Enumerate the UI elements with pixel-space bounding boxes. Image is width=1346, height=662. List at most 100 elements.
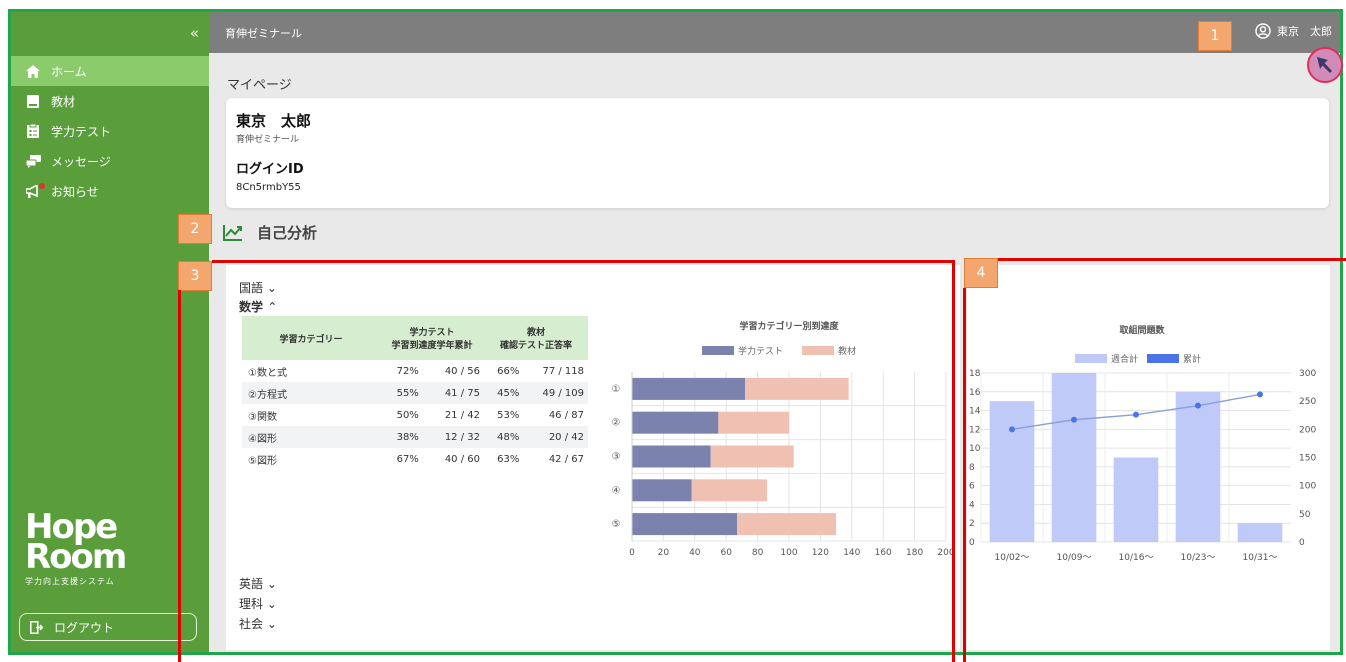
sidebar-item-materials[interactable]: 教材	[11, 86, 209, 116]
sidebar-nav: ホーム 教材 学力テスト メッセージ お知らせ	[11, 56, 209, 206]
subject-toggle-shakai[interactable]: 社会 ⌄	[239, 615, 277, 632]
y-tick-label: ①	[612, 384, 621, 395]
bar-weekly-total	[989, 401, 1035, 542]
profile-name: 東京 太郎	[236, 112, 312, 130]
logo-text-line2: Room	[25, 537, 127, 577]
annotation-badge-1: 1	[1198, 21, 1232, 51]
bar-test	[632, 479, 692, 502]
app-logo: Hope Room 学力向上支援システム	[25, 510, 127, 587]
table-header-test: 学力テスト学習到達度学年累計	[380, 316, 484, 360]
x-tick-label: 10/23～	[1181, 553, 1216, 563]
sidebar-item-label: お知らせ	[51, 184, 99, 199]
x-tick-label: 160	[875, 548, 892, 558]
bar-weekly-total	[1113, 457, 1159, 542]
category-progress-chart: 学習カテゴリー別到達度学力テスト 教材 0 20 40 60 80 100 120 140 160 1…	[612, 320, 955, 558]
x-tick-label: 60	[720, 548, 732, 558]
table-row: ④図形 38% 12 / 32 48% 20 / 42	[242, 426, 588, 448]
login-id-label: ログインID	[236, 162, 304, 177]
y-tick-label: ②	[612, 418, 621, 429]
chevron-down-icon: ⌄	[266, 597, 277, 611]
sidebar-item-test[interactable]: 学力テスト	[11, 116, 209, 146]
table-cell-category: ①数と式	[248, 367, 287, 379]
y-left-tick-label: 8	[969, 463, 975, 473]
point-cumulative	[1009, 426, 1015, 433]
table-cell-test-pct: 55%	[380, 382, 423, 404]
trend-chart-icon	[223, 224, 243, 241]
y-right-tick-label: 0	[1299, 538, 1305, 548]
logo-tagline: 学力向上支援システム	[25, 577, 115, 586]
legend-swatch	[702, 346, 734, 355]
y-left-tick-label: 12	[969, 425, 980, 435]
table-header-test-line1: 学力テスト	[409, 328, 455, 338]
table-cell-test-count: 40 / 56	[444, 365, 480, 377]
chart-title: 学習カテゴリー別到達度	[739, 320, 839, 332]
table-cell-test-pct: 72%	[396, 365, 419, 377]
section-title: 自己分析	[223, 222, 317, 243]
table-cell-mat-pct: 63%	[497, 453, 520, 465]
y-left-tick-label: 16	[969, 388, 981, 398]
table-header-material-line2: 確認テスト正答率	[499, 341, 572, 351]
section-title-text: 自己分析	[257, 224, 318, 242]
logout-button[interactable]: ログアウト	[19, 613, 197, 641]
collapse-sidebar-button[interactable]: «	[190, 24, 199, 42]
legend-label: 週合計	[1111, 353, 1138, 365]
y-left-tick-label: 4	[969, 500, 975, 510]
table-row: ①数と式 72% 40 / 56 66% 77 / 118	[242, 360, 588, 382]
subject-toggle-sugaku[interactable]: 数学 ⌃	[239, 298, 277, 315]
chat-icon	[25, 154, 41, 168]
x-tick-label: 10/31～	[1243, 553, 1278, 563]
annotation-badge-2: 2	[178, 214, 212, 244]
sidebar-item-messages[interactable]: メッセージ	[11, 146, 209, 176]
legend-swatch	[802, 346, 834, 355]
y-left-tick-label: 0	[969, 538, 975, 548]
table-cell-category: ②方程式	[242, 382, 380, 404]
sidebar-item-notices[interactable]: お知らせ	[11, 176, 209, 206]
bar-weekly-total	[1237, 523, 1283, 542]
login-id-value: 8Cn5rmbY55	[236, 182, 301, 193]
x-tick-label: 10/02～	[995, 553, 1030, 563]
y-right-tick-label: 200	[1299, 425, 1316, 435]
annotation-badge-3: 3	[178, 261, 212, 291]
y-right-tick-label: 300	[1299, 369, 1316, 379]
chevron-down-icon: ⌄	[266, 617, 277, 631]
highlight-box-4-left	[963, 288, 966, 662]
user-menu[interactable]: 東京 太郎	[1255, 23, 1332, 39]
table-cell-test-count: 21 / 42	[444, 409, 480, 421]
table-cell-test-count: 41 / 75	[422, 382, 484, 404]
sidebar-item-home[interactable]: ホーム	[11, 56, 209, 86]
user-icon	[1255, 23, 1271, 39]
y-left-tick-label: 6	[969, 482, 975, 492]
table-cell-mat-pct: 53%	[497, 409, 520, 421]
point-cumulative	[1257, 391, 1263, 398]
table-cell-mat-pct: 48%	[484, 426, 524, 448]
sidebar-item-label: メッセージ	[51, 154, 111, 169]
chevron-up-icon: ⌃	[267, 300, 278, 314]
table-cell-mat-count: 46 / 87	[548, 409, 584, 421]
book-icon	[25, 94, 41, 108]
bar-test	[632, 411, 719, 434]
subject-toggle-eigo[interactable]: 英語 ⌄	[239, 575, 277, 592]
profile-school: 育伸ゼミナール	[236, 135, 300, 145]
y-right-tick-label: 250	[1299, 397, 1316, 407]
top-bar: 育伸ゼミナール 東京 太郎	[209, 12, 1340, 53]
app-window: « ホーム 教材 学力テスト メッセージ お知らせ Hope Room 学力向上…	[8, 9, 1343, 655]
logout-icon	[28, 620, 44, 634]
subject-toggle-kokugo[interactable]: 国語 ⌄	[239, 279, 277, 296]
pointer-cursor-icon	[1307, 47, 1343, 83]
bar-material	[718, 411, 789, 434]
point-cumulative	[1071, 416, 1077, 423]
x-tick-label: 10/09～	[1057, 553, 1092, 563]
table-row: ②方程式 55% 41 / 75 45% 49 / 109	[242, 382, 588, 404]
subject-toggle-rika[interactable]: 理科 ⌄	[239, 595, 277, 612]
y-tick-label: ③	[612, 452, 621, 463]
logout-label: ログアウト	[54, 620, 115, 635]
table-cell-test-count: 40 / 60	[444, 453, 480, 465]
x-tick-label: 120	[812, 548, 829, 558]
page-title: マイページ	[227, 78, 292, 93]
table-cell-test-pct: 67%	[396, 453, 419, 465]
sidebar-item-label: 学力テスト	[51, 124, 112, 139]
x-tick-label: 10/16～	[1119, 553, 1154, 563]
legend-label: 教材	[838, 345, 856, 357]
table-header-test-line2: 学習到達度学年累計	[391, 341, 473, 351]
table-header-category: 学習カテゴリー	[242, 316, 380, 360]
